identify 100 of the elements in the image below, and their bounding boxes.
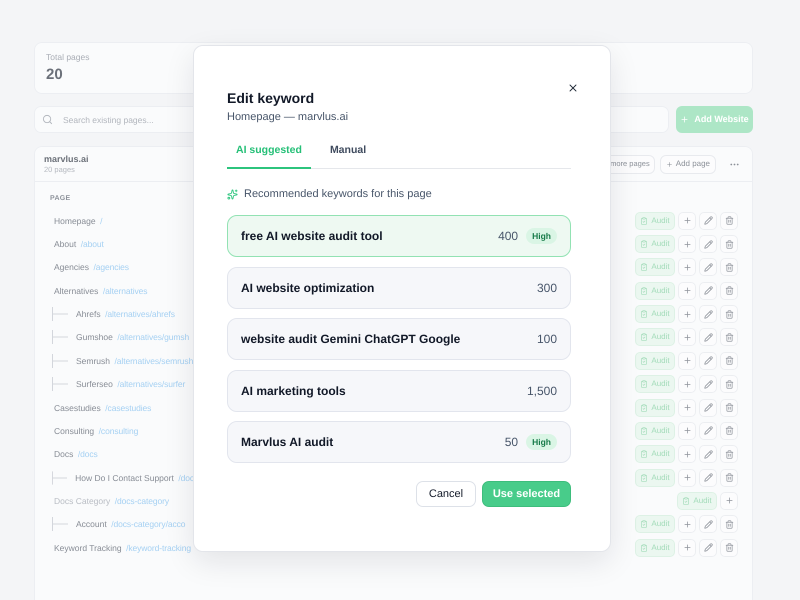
add-button[interactable] [678,398,696,417]
delete-button[interactable] [720,212,738,230]
plus-icon [682,403,692,412]
audit-button[interactable]: Audit [635,445,675,464]
audit-button[interactable]: Audit [635,305,675,324]
tree-connector-icon [52,517,68,532]
delete-button[interactable] [720,422,738,440]
trash-icon [724,380,734,389]
cancel-button[interactable]: Cancel [416,481,476,507]
dialog-tab[interactable]: Manual [320,134,376,169]
delete-button[interactable] [720,258,738,276]
audit-button[interactable]: Audit [635,212,675,230]
edit-button[interactable] [699,468,717,487]
add-button[interactable] [678,258,696,276]
add-button[interactable] [678,352,696,370]
trash-icon [724,520,734,529]
search-icon [42,114,53,125]
audit-button[interactable]: Audit [635,352,675,370]
edit-button[interactable] [699,538,717,557]
tree-connector-icon [52,330,68,344]
audit-button[interactable]: Audit [635,375,675,394]
page-name: Gumshoe [76,331,113,344]
pencil-icon [704,216,712,226]
edit-button[interactable] [699,328,717,346]
page-name: About [54,238,76,250]
clipboard-check-icon [640,404,648,412]
site-name: marvlus.ai [44,154,89,164]
keyword-option[interactable]: website audit Gemini ChatGPT Google 100 [227,318,571,360]
clipboard-check-icon [640,286,648,295]
audit-button[interactable]: Audit [635,328,675,346]
audit-button[interactable]: Audit [635,422,675,440]
search-volume: 1,500 [526,382,557,400]
pencil-icon [704,543,712,552]
pencil-icon [704,356,712,366]
clipboard-check-icon [640,356,648,365]
use-selected-button[interactable]: Use selected [482,481,571,507]
delete-button[interactable] [720,328,738,346]
edit-button[interactable] [699,398,717,417]
edit-button[interactable] [699,515,717,534]
keyword-option[interactable]: AI marketing tools 1,500 [227,370,571,412]
edit-button[interactable] [699,375,717,394]
clipboard-check-icon [640,474,648,482]
trash-icon [724,332,734,342]
add-page-button[interactable]: Add page [660,154,716,174]
audit-button[interactable]: Audit [635,515,675,534]
pencil-icon [704,450,712,459]
delete-button[interactable] [720,538,738,557]
add-button[interactable] [678,282,696,300]
add-button[interactable] [678,515,696,534]
keyword-option[interactable]: free AI website audit tool 400 High [227,215,571,257]
tree-connector-icon [52,307,68,322]
plus-icon [724,496,734,506]
edit-button[interactable] [699,282,717,300]
page-path: /docs [78,448,98,460]
clipboard-check-icon [682,496,690,505]
edit-button[interactable] [699,445,717,464]
dialog-tab[interactable]: AI suggested [227,134,311,169]
edit-button[interactable] [699,258,717,276]
edit-button[interactable] [699,212,717,230]
edit-button[interactable] [699,305,717,324]
add-website-button[interactable]: Add Website [676,106,753,133]
add-button[interactable] [678,468,696,487]
audit-button[interactable]: Audit [635,468,675,487]
audit-button[interactable]: Audit [677,492,717,510]
delete-button[interactable] [720,282,738,300]
add-button[interactable] [678,422,696,440]
keyword-option[interactable]: AI website optimization 300 [227,266,571,308]
add-button[interactable] [720,492,738,510]
audit-button[interactable]: Audit [635,235,675,254]
hint-text: Recommended keywords for this page [244,187,432,201]
add-button[interactable] [678,445,696,464]
delete-button[interactable] [720,352,738,370]
add-button[interactable] [678,305,696,324]
delete-button[interactable] [720,235,738,254]
clipboard-check-icon [640,333,648,342]
edit-button[interactable] [699,352,717,370]
trash-icon [724,310,734,319]
pencil-icon [704,380,712,389]
delete-button[interactable] [720,468,738,487]
page-path: /docs-category [114,494,170,507]
delete-button[interactable] [720,398,738,417]
audit-button[interactable]: Audit [635,258,675,276]
audit-button[interactable]: Audit [635,282,675,300]
page-name: How Do I Contact Support [75,472,174,484]
delete-button[interactable] [720,515,738,534]
delete-button[interactable] [720,445,738,464]
add-button[interactable] [678,235,696,254]
add-button[interactable] [678,212,696,230]
delete-button[interactable] [720,375,738,394]
edit-button[interactable] [699,422,717,440]
edit-button[interactable] [699,235,717,254]
keyword-option[interactable]: Marvlus AI audit 50 High [227,421,571,463]
page-name: Account [76,518,107,530]
add-button[interactable] [678,375,696,394]
add-button[interactable] [678,538,696,557]
add-button[interactable] [678,328,696,346]
delete-button[interactable] [720,305,738,324]
search-volume: 400 [498,228,518,245]
audit-button[interactable]: Audit [635,398,675,417]
audit-button[interactable]: Audit [635,538,675,557]
